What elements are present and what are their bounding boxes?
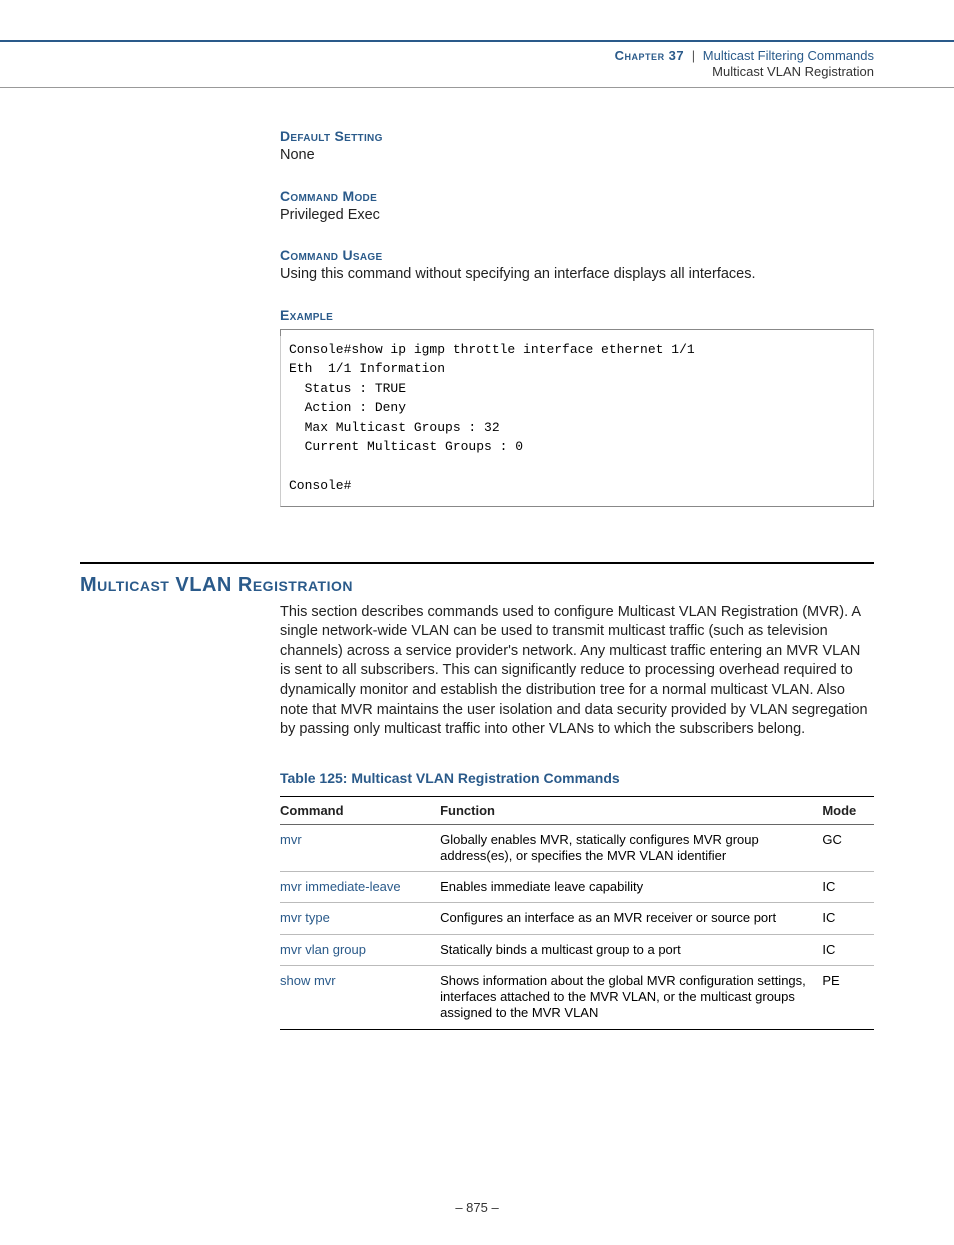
table-caption: Table 125: Multicast VLAN Registration C… — [280, 770, 874, 786]
text-command-mode: Privileged Exec — [280, 206, 874, 226]
cmd-mode: IC — [822, 903, 874, 934]
cmd-link[interactable]: mvr vlan group — [280, 934, 440, 965]
cmd-link[interactable]: show mvr — [280, 965, 440, 1029]
heading-command-mode: Command Mode — [280, 188, 874, 204]
chapter-subsection: Multicast VLAN Registration — [0, 64, 874, 79]
chapter-title: Multicast Filtering Commands — [703, 48, 874, 63]
section-heading-mvr: Multicast VLAN Registration — [80, 574, 954, 597]
th-function: Function — [440, 796, 822, 824]
heading-command-usage: Command Usage — [280, 247, 874, 263]
cmd-link[interactable]: mvr type — [280, 903, 440, 934]
table-header-row: Command Function Mode — [280, 796, 874, 824]
cmd-function: Enables immediate leave capability — [440, 872, 822, 903]
heading-default-setting: Default Setting — [280, 128, 874, 144]
page-number: – 875 – — [0, 1200, 954, 1245]
table-row: mvr immediate-leave Enables immediate le… — [280, 872, 874, 903]
example-code-block: Console#show ip igmp throttle interface … — [280, 329, 874, 507]
th-command: Command — [280, 796, 440, 824]
cmd-mode: IC — [822, 872, 874, 903]
section-rule — [80, 562, 874, 564]
page-header: Chapter 37 | Multicast Filtering Command… — [0, 42, 954, 88]
table-row: mvr Globally enables MVR, statically con… — [280, 824, 874, 872]
cmd-mode: IC — [822, 934, 874, 965]
content-area: Default Setting None Command Mode Privil… — [280, 128, 874, 507]
chapter-label: Chapter 37 — [615, 48, 684, 63]
table-row: show mvr Shows information about the glo… — [280, 965, 874, 1029]
cmd-function: Statically binds a multicast group to a … — [440, 934, 822, 965]
cmd-function: Shows information about the global MVR c… — [440, 965, 822, 1029]
chapter-line: Chapter 37 | Multicast Filtering Command… — [0, 48, 874, 63]
cmd-link[interactable]: mvr immediate-leave — [280, 872, 440, 903]
cmd-link[interactable]: mvr — [280, 824, 440, 872]
cmd-function: Configures an interface as an MVR receiv… — [440, 903, 822, 934]
chapter-separator: | — [692, 48, 695, 63]
cmd-mode: PE — [822, 965, 874, 1029]
text-default-setting: None — [280, 146, 874, 166]
section-body-text: This section describes commands used to … — [280, 603, 874, 740]
cmd-function: Globally enables MVR, statically configu… — [440, 824, 822, 872]
th-mode: Mode — [822, 796, 874, 824]
section-content: This section describes commands used to … — [280, 603, 874, 1030]
commands-table: Command Function Mode mvr Globally enabl… — [280, 796, 874, 1030]
heading-example: Example — [280, 307, 874, 323]
table-row: mvr type Configures an interface as an M… — [280, 903, 874, 934]
text-command-usage: Using this command without specifying an… — [280, 265, 874, 285]
table-row: mvr vlan group Statically binds a multic… — [280, 934, 874, 965]
cmd-mode: GC — [822, 824, 874, 872]
